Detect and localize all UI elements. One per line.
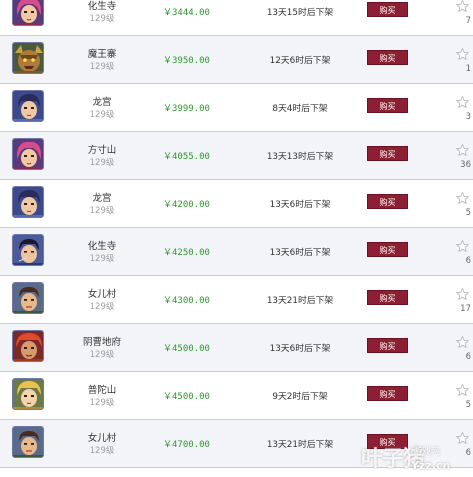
time-left: 13天6时后下架 [269,344,331,354]
star-icon[interactable] [456,384,469,396]
table-row: 普陀山 129级 ￥4500.00 9天2时后下架 购买 5 [0,372,473,420]
favorite-count: 6 [465,352,471,362]
star-icon[interactable] [456,288,469,300]
buy-button[interactable]: 购买 [367,290,408,305]
table-row: 龙宫 129级 ￥4200.00 13天6时后下架 购买 5 [0,180,473,228]
table-row: 方寸山 129级 ￥4055.00 13天13时后下架 购买 36 [0,132,473,180]
server-name: 龙宫 [92,193,112,204]
server-name: 普陀山 [87,385,117,396]
buy-button[interactable]: 购买 [367,434,408,449]
favorite-count: 1 [465,64,471,74]
favorite-count: 5 [465,208,471,218]
price: ￥3999.00 [163,104,210,114]
price: ￥3444.00 [163,8,210,18]
level-label: 129级 [89,350,115,360]
star-icon[interactable] [456,48,469,60]
star-icon[interactable] [456,144,469,156]
level-label: 129级 [89,206,115,216]
buy-button[interactable]: 购买 [367,194,408,209]
price: ￥4500.00 [163,392,210,402]
star-icon[interactable] [456,96,469,108]
buy-button[interactable]: 购买 [367,2,408,17]
favorite-count: 6 [465,448,471,458]
table-row: 化生寺 129级 ￥4250.00 13天6时后下架 购买 6 [0,228,473,276]
favorite-count: 5 [465,400,471,410]
level-label: 129级 [89,254,115,264]
pink-hair-character-icon[interactable] [12,138,44,170]
table-row: 化生寺 129级 ￥3444.00 13天15时后下架 购买 7 [0,0,473,36]
star-icon[interactable] [456,336,469,348]
favorite-count: 36 [460,160,471,170]
level-label: 129级 [89,14,115,24]
table-row: 魔王寨 129级 ￥3950.00 12天6时后下架 购买 1 [0,36,473,84]
table-row: 阴曹地府 129级 ￥4500.00 13天6时后下架 购买 6 [0,324,473,372]
listing-table: 化生寺 129级 ￥3444.00 13天15时后下架 购买 7 魔王寨 129… [0,0,473,468]
time-left: 13天13时后下架 [266,152,334,162]
favorite-count: 6 [465,256,471,266]
favorite-count: 3 [465,112,471,122]
red-hair-character-icon[interactable] [12,330,44,362]
star-icon[interactable] [456,192,469,204]
price: ￥4300.00 [163,296,210,306]
price: ￥4055.00 [163,152,210,162]
table-row: 龙宫 129级 ￥3999.00 8天4时后下架 购买 3 [0,84,473,132]
buy-button[interactable]: 购买 [367,50,408,65]
star-icon[interactable] [456,432,469,444]
swordsman-character-icon[interactable] [12,234,44,266]
table-row: 女儿村 129级 ￥4700.00 13天21时后下架 购买 6 [0,420,473,468]
server-name: 女儿村 [87,433,117,444]
server-name: 方寸山 [87,145,117,156]
table-row: 女儿村 129级 ￥4300.00 13天21时后下架 购买 17 [0,276,473,324]
server-name: 龙宫 [92,97,112,108]
level-label: 129级 [89,446,115,456]
time-left: 9天2时后下架 [272,392,328,402]
server-name: 魔王寨 [87,49,117,60]
time-left: 12天6时后下架 [269,56,331,66]
price: ￥4500.00 [163,344,210,354]
server-name: 女儿村 [87,289,117,300]
dark-hair-character-icon[interactable] [12,186,44,218]
level-label: 129级 [89,62,115,72]
level-label: 129级 [89,398,115,408]
star-icon[interactable] [456,240,469,252]
server-name: 化生寺 [87,1,117,12]
price: ￥4200.00 [163,200,210,210]
pink-hair-character-icon[interactable] [12,0,44,26]
warrior-character-icon[interactable] [12,282,44,314]
time-left: 13天6时后下架 [269,200,331,210]
server-name: 阴曹地府 [82,337,121,348]
level-label: 129级 [89,158,115,168]
blonde-character-icon[interactable] [12,378,44,410]
buy-button[interactable]: 购买 [367,146,408,161]
dark-hair-character-icon[interactable] [12,90,44,122]
buy-button[interactable]: 购买 [367,338,408,353]
price: ￥3950.00 [163,56,210,66]
time-left: 13天21时后下架 [266,296,334,306]
time-left: 13天6时后下架 [269,248,331,258]
time-left: 13天15时后下架 [266,8,334,18]
level-label: 129级 [89,110,115,120]
price: ￥4250.00 [163,248,210,258]
buy-button[interactable]: 购买 [367,386,408,401]
favorite-count: 7 [465,16,471,26]
star-icon[interactable] [456,0,469,12]
buy-button[interactable]: 购买 [367,98,408,113]
time-left: 8天4时后下架 [272,104,328,114]
level-label: 129级 [89,302,115,312]
server-name: 化生寺 [87,241,117,252]
price: ￥4700.00 [163,440,210,450]
time-left: 13天21时后下架 [266,440,334,450]
demon-king-character-icon[interactable] [12,42,44,74]
buy-button[interactable]: 购买 [367,242,408,257]
warrior-character-icon[interactable] [12,426,44,458]
favorite-count: 17 [460,304,471,314]
